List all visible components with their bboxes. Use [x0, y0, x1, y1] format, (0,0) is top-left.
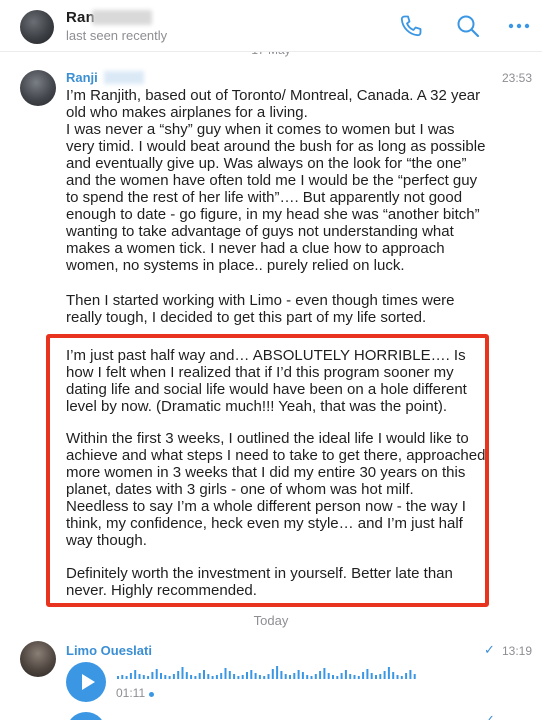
waveform-bar	[289, 675, 291, 679]
next-message-avatar[interactable]	[66, 712, 106, 720]
waveform-bar	[194, 676, 197, 679]
waveform-bar	[340, 673, 343, 679]
waveform-bar	[147, 676, 150, 679]
waveform-bar	[129, 673, 132, 679]
waveform-bar	[138, 674, 141, 679]
waveform-bar	[172, 674, 175, 679]
waveform-bar	[211, 676, 214, 679]
waveform-bar	[293, 673, 296, 679]
waveform-bar	[379, 674, 382, 679]
message-sender[interactable]: Ranji	[66, 70, 98, 85]
waveform-bar	[190, 675, 193, 679]
waveform-bar	[267, 674, 270, 679]
waveform-bar	[134, 670, 137, 679]
waveform-bar	[362, 672, 365, 679]
play-button[interactable]	[66, 662, 106, 702]
waveform-bar	[160, 673, 162, 679]
highlight-box	[46, 334, 489, 607]
waveform-bar	[332, 675, 334, 679]
waveform-bar	[142, 675, 145, 679]
waveform-bar	[314, 674, 317, 679]
waveform-bar	[387, 667, 390, 679]
waveform-bar	[284, 674, 287, 679]
waveform-bar	[181, 667, 184, 679]
phone-icon[interactable]	[398, 13, 424, 39]
waveform-bar	[396, 675, 399, 679]
contact-name-blur	[92, 10, 152, 25]
contact-status: last seen recently	[66, 28, 168, 43]
voice-duration: 01:11	[116, 686, 146, 700]
waveform-bar	[353, 675, 356, 679]
waveform-bar	[344, 670, 347, 679]
sender-avatar[interactable]	[20, 641, 56, 677]
waveform-bar	[349, 674, 352, 679]
waveform-bar	[375, 675, 377, 679]
waveform-bar	[220, 673, 223, 679]
unplayed-dot-icon	[149, 692, 154, 697]
waveform-bar	[323, 668, 326, 679]
search-icon[interactable]	[455, 13, 481, 39]
waveform-bar	[151, 672, 154, 679]
waveform-bar	[185, 672, 188, 679]
waveform-bar	[405, 673, 408, 679]
waveform-bar	[237, 676, 240, 679]
message-paragraph: Then I started working with Limo - even …	[66, 292, 455, 326]
chat-header: Ran last seen recently	[0, 0, 542, 52]
contact-avatar[interactable]	[20, 10, 54, 44]
waveform-bar	[271, 669, 274, 679]
waveform-bar	[164, 675, 167, 679]
voice-waveform[interactable]	[116, 662, 422, 680]
waveform-bar	[306, 675, 309, 679]
waveform-bar	[254, 673, 257, 679]
waveform-bar	[203, 670, 205, 679]
waveform-bar	[383, 671, 386, 679]
waveform-bar	[258, 675, 261, 679]
waveform-bar	[366, 669, 369, 679]
waveform-bar	[400, 676, 403, 679]
waveform-bar	[121, 675, 124, 679]
waveform-bar	[310, 676, 313, 679]
waveform-bar	[297, 670, 300, 679]
waveform-bar	[125, 676, 128, 679]
message-paragraph: I’m Ranjith, based out of Toronto/ Montr…	[66, 87, 486, 274]
waveform-bar	[319, 671, 322, 679]
waveform-bar	[280, 671, 283, 679]
waveform-bar	[413, 674, 416, 679]
waveform-bar	[263, 676, 266, 679]
waveform-bar	[327, 673, 330, 679]
waveform-bar	[241, 675, 244, 679]
waveform-bar	[409, 670, 412, 679]
waveform-bar	[117, 676, 119, 679]
waveform-bar	[224, 668, 227, 679]
waveform-bar	[228, 671, 231, 679]
waveform-bar	[301, 672, 304, 679]
waveform-bar	[276, 666, 279, 679]
read-check-icon: ✓	[484, 712, 495, 720]
waveform-bar	[198, 673, 201, 679]
waveform-bar	[246, 672, 248, 679]
waveform-bar	[370, 673, 373, 679]
voice-message-time: 13:19	[502, 644, 533, 658]
waveform-bar	[336, 676, 339, 679]
waveform-bar	[207, 674, 210, 679]
date-separator-today: Today	[253, 613, 289, 628]
waveform-bar	[357, 676, 360, 679]
sender-avatar[interactable]	[20, 70, 56, 106]
waveform-bar	[215, 675, 218, 679]
waveform-bar	[233, 674, 236, 679]
waveform-bar	[250, 670, 253, 679]
message-time: 23:53	[501, 71, 532, 85]
waveform-bar	[168, 676, 171, 679]
waveform-bar	[392, 672, 395, 679]
sender-name-blur	[104, 71, 144, 84]
more-icon[interactable]	[507, 13, 533, 39]
waveform-bar	[155, 669, 158, 679]
waveform-bar	[177, 671, 180, 679]
read-check-icon: ✓	[484, 642, 495, 657]
contact-name[interactable]: Ran	[66, 9, 95, 26]
voice-message-sender[interactable]: Limo Oueslati	[66, 643, 152, 658]
